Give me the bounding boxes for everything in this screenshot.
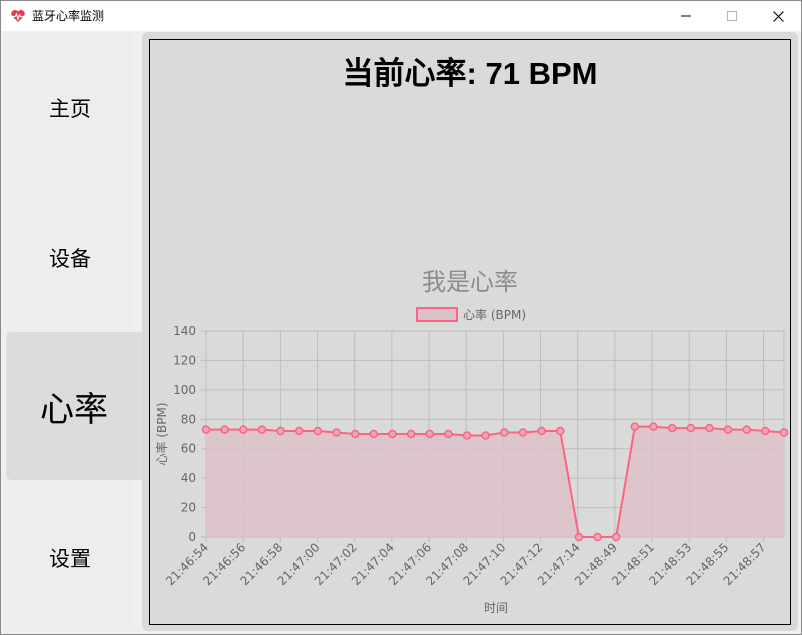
y-tick-label: 80 — [181, 412, 196, 426]
data-point — [537, 426, 546, 436]
sidebar-item-label: 心率 — [40, 389, 108, 430]
data-point — [257, 425, 267, 434]
data-point — [649, 422, 658, 431]
data-point — [406, 429, 416, 439]
data-point — [574, 532, 584, 542]
sidebar-item-heart-rate[interactable]: 心率 — [6, 332, 142, 480]
sidebar-item-devices[interactable]: 设备 — [6, 184, 134, 332]
data-point — [667, 423, 677, 433]
data-point — [500, 428, 509, 437]
sidebar-item-label: 主页 — [49, 97, 91, 121]
data-point — [239, 425, 248, 434]
sidebar: 主页 设备 心率 设置 — [6, 32, 142, 632]
data-point — [388, 429, 397, 439]
window-title: 蓝牙心率监测 — [32, 9, 105, 23]
data-point — [705, 423, 714, 433]
y-tick-label: 0 — [188, 530, 196, 544]
y-axis-label: 心率 (BPM) — [154, 402, 169, 465]
legend-swatch — [416, 307, 458, 322]
heart-rate-panel: 当前心率: 71 BPM 0 20 40 60 80 100 120 140 21:46:54 2… — [142, 32, 798, 631]
maximize-button[interactable] — [709, 1, 755, 31]
legend-label: 心率 (BPM) — [463, 307, 526, 322]
heart-rate-chart[interactable]: 02040608010012014021:46:5421:46:5621:46:… — [150, 40, 790, 624]
chart-title: 我是心率 — [422, 268, 518, 296]
data-point — [350, 429, 360, 439]
data-point — [779, 428, 789, 437]
y-tick-label: 120 — [173, 353, 196, 367]
x-axis-label: 时间 — [484, 601, 508, 615]
data-point — [294, 426, 304, 436]
title-bar[interactable]: 蓝牙心率监测 — [1, 1, 801, 31]
data-point — [723, 425, 733, 434]
data-point — [462, 431, 472, 440]
data-point — [313, 426, 323, 436]
data-point — [332, 428, 341, 437]
data-point — [201, 425, 211, 434]
maximize-icon — [727, 11, 737, 21]
data-point — [518, 428, 528, 437]
data-point — [556, 426, 565, 436]
data-point — [369, 429, 379, 439]
data-point — [220, 425, 229, 434]
y-tick-label: 40 — [181, 471, 196, 485]
minimize-icon — [681, 15, 691, 17]
data-point — [611, 532, 621, 542]
y-tick-label: 20 — [181, 501, 196, 515]
heart-icon — [11, 10, 25, 22]
minimize-button[interactable] — [663, 1, 709, 31]
data-point — [630, 422, 640, 431]
sidebar-item-home[interactable]: 主页 — [6, 34, 134, 182]
data-point — [444, 429, 453, 439]
series-area — [206, 426, 784, 537]
sidebar-item-label: 设备 — [49, 247, 91, 271]
sidebar-item-settings[interactable]: 设置 — [6, 484, 134, 632]
y-tick-label: 60 — [181, 442, 196, 456]
data-point — [481, 431, 490, 440]
data-point — [686, 423, 696, 433]
data-point — [593, 532, 602, 542]
app-window: 蓝牙心率监测 主页 设备 心率 设置 当前心率: 71 BPM 0 20 40 60 8… — [0, 0, 802, 635]
chart-frame: 当前心率: 71 BPM 0 20 40 60 80 100 120 140 21:46:54 2… — [149, 39, 791, 625]
y-tick-label: 140 — [173, 324, 196, 338]
data-point — [425, 429, 434, 439]
data-point — [742, 425, 751, 434]
close-button[interactable] — [755, 1, 801, 31]
data-point — [761, 426, 770, 436]
close-icon — [772, 10, 784, 22]
sidebar-item-label: 设置 — [49, 547, 91, 571]
y-tick-label: 100 — [173, 383, 196, 397]
data-point — [276, 426, 285, 436]
